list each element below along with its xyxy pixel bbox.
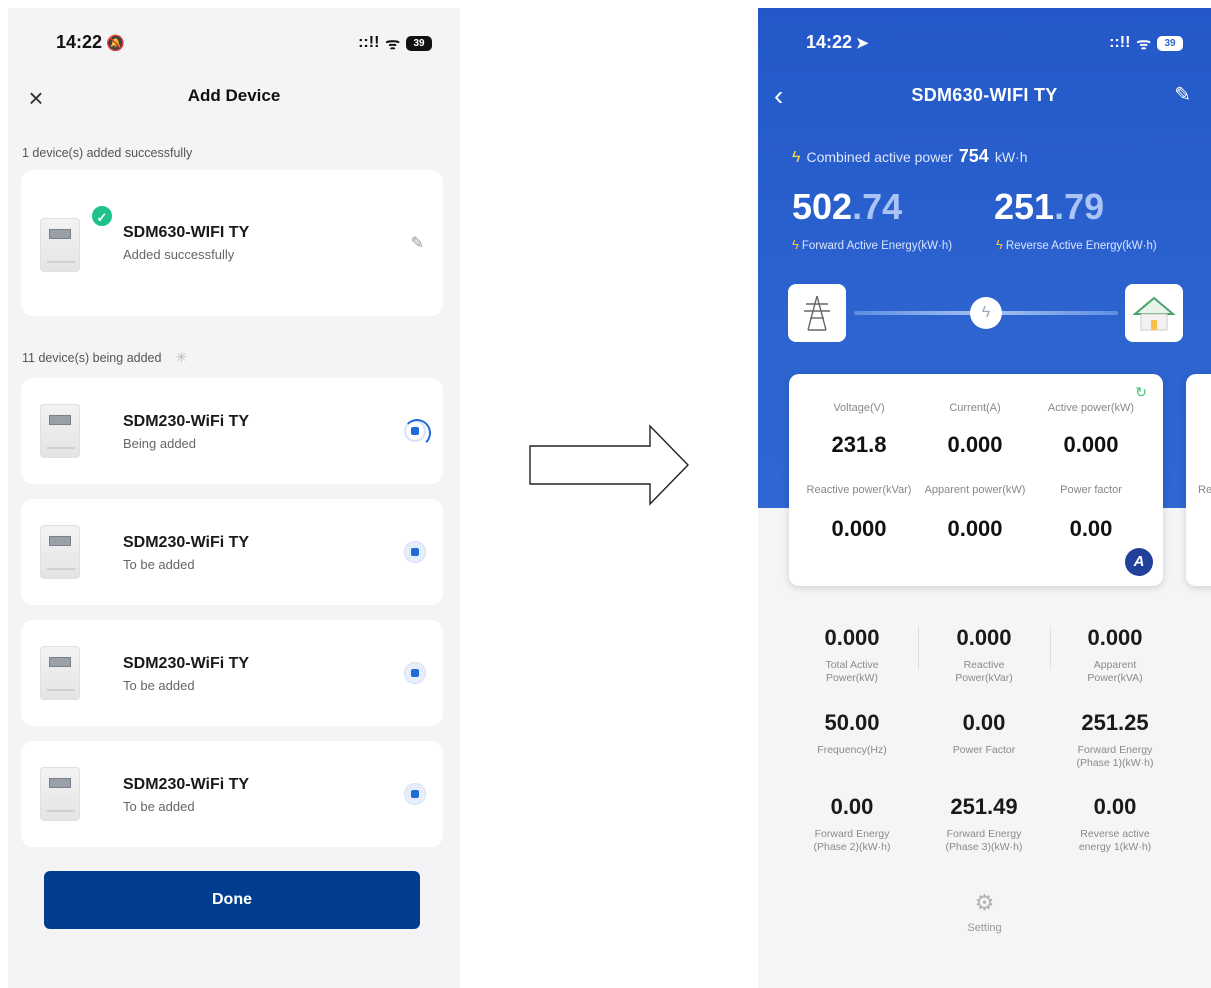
device-card[interactable] bbox=[21, 378, 443, 484]
reactive-power: 0.000 Reactive Power(kVar) bbox=[955, 625, 1013, 685]
mute-icon: 🔕 bbox=[106, 35, 125, 52]
reverse-energy-label: ϟ Reverse Active Energy(kW·h) bbox=[996, 237, 1157, 252]
status-time: 14:22 ➤ bbox=[806, 32, 869, 52]
pending-icon bbox=[404, 662, 426, 684]
reverse-active-energy-1: 0.00 Reverse active energy 1(kW·h) bbox=[1078, 794, 1152, 854]
power-factor-cell: Power factor 0.00 bbox=[1060, 484, 1122, 541]
device-title: SDM630-WIFI TY bbox=[911, 85, 1058, 105]
home-icon bbox=[1125, 284, 1183, 342]
signal-icon: ::!! bbox=[1109, 34, 1131, 51]
forward-energy-label: ϟ Forward Active Energy(kW·h) bbox=[792, 237, 953, 252]
pending-icon bbox=[404, 541, 426, 563]
forward-energy-phase-2: 0.00 Forward Energy (Phase 2)(kW·h) bbox=[813, 794, 891, 854]
status-bar: 14:22 🔕 ::!! ᯤ 39 bbox=[8, 8, 460, 72]
grid-tower-icon bbox=[788, 284, 846, 342]
meter-device-icon bbox=[40, 218, 80, 272]
device-name: SDM230-WiFi TY bbox=[123, 776, 250, 793]
device-name: SDM230-WiFi TY bbox=[123, 655, 250, 672]
device-name: SDM230-WiFi TY bbox=[123, 413, 250, 430]
forward-energy-phase-3: 251.49 Forward Energy (Phase 3)(kW·h) bbox=[945, 794, 1023, 854]
wifi-icon: ᯤ bbox=[385, 36, 400, 53]
device-card[interactable] bbox=[21, 499, 443, 605]
device-card[interactable] bbox=[21, 620, 443, 726]
device-name: SDM630-WIFI TY bbox=[123, 224, 250, 241]
spinner-icon: ✳ bbox=[175, 349, 188, 365]
gear-icon: ⚙ bbox=[974, 890, 995, 915]
reverse-energy-icon: ϟ bbox=[996, 237, 1003, 252]
meter-device-icon bbox=[40, 404, 80, 458]
pending-icon bbox=[404, 783, 426, 805]
status-icons: ::!! ᯤ 39 bbox=[1109, 32, 1183, 54]
device-name: SDM230-WiFi TY bbox=[123, 534, 250, 551]
device-status: To be added bbox=[123, 799, 195, 814]
reverse-energy-value: 251.79 bbox=[994, 186, 1105, 227]
wifi-icon: ᯤ bbox=[1136, 36, 1151, 53]
adding-section-label: 11 device(s) being added ✳ bbox=[22, 349, 188, 365]
forward-energy-phase-1: 251.25 Forward Energy (Phase 1)(kW·h) bbox=[1076, 710, 1154, 770]
battery-icon: 39 bbox=[406, 35, 432, 51]
active-power-cell: Active power(kW) 0.000 bbox=[1047, 402, 1135, 457]
success-device-card[interactable] bbox=[21, 170, 443, 316]
apparent-power-cell: Apparent power(kW) 0.000 bbox=[924, 484, 1026, 541]
meter-device-icon bbox=[40, 646, 80, 700]
phase-selector-button[interactable]: A bbox=[1125, 548, 1153, 576]
location-icon: ➤ bbox=[856, 35, 869, 52]
meter-device-icon bbox=[40, 767, 80, 821]
frequency: 50.00 Frequency(Hz) bbox=[817, 710, 887, 756]
signal-icon: ::!! bbox=[358, 34, 380, 51]
status-icons: ::!! ᯤ 39 bbox=[358, 32, 432, 54]
power-factor: 0.00 Power Factor bbox=[952, 710, 1016, 756]
battery-icon: 39 bbox=[1157, 35, 1183, 51]
combined-active-power: ϟ Combined active power 754 kW·h bbox=[792, 146, 1028, 166]
add-device-screen: 14:22 🔕 ::!! ᯤ 39 × Add Device 1 device(s… bbox=[8, 8, 460, 988]
apparent-power: 0.000 Apparent Power(kVA) bbox=[1087, 625, 1143, 685]
next-meter-card[interactable]: Re bbox=[1186, 374, 1211, 586]
done-button[interactable]: Done bbox=[44, 871, 420, 929]
device-detail-screen: 14:22 ➤ ::!! ᯤ 39 ‹ SDM630-WIFI TY ✎ ϟ Co… bbox=[758, 8, 1211, 988]
voltage-cell: Voltage(V) 231.8 bbox=[831, 402, 887, 457]
loading-spinner-icon bbox=[403, 419, 431, 447]
page-title: Add Device bbox=[187, 86, 281, 105]
meter-device-icon bbox=[40, 525, 80, 579]
edit-icon[interactable]: ✎ bbox=[411, 233, 424, 253]
realtime-meter-card[interactable]: ↻ Voltage(V) 231.8 Current(A) 0.000 Acti… bbox=[789, 374, 1163, 586]
status-time: 14:22 🔕 bbox=[56, 32, 125, 52]
forward-energy-value: 502.74 bbox=[792, 186, 903, 227]
device-status: To be added bbox=[123, 678, 195, 693]
refresh-icon[interactable]: ↻ bbox=[1135, 384, 1147, 401]
check-icon: ✓ bbox=[90, 204, 114, 228]
reactive-power-cell: Reactive power(kVar) 0.000 bbox=[806, 484, 912, 541]
device-card[interactable] bbox=[21, 741, 443, 847]
setting-button[interactable]: ⚙ Setting bbox=[758, 890, 1211, 934]
success-section-label: 1 device(s) added successfully bbox=[22, 146, 193, 160]
lightning-icon: ϟ bbox=[792, 149, 801, 166]
edit-icon[interactable]: ✎ bbox=[1174, 82, 1191, 107]
device-status: To be added bbox=[123, 557, 195, 572]
flow-lightning-icon: ϟ bbox=[970, 297, 1002, 329]
transition-arrow bbox=[528, 424, 692, 506]
status-bar: 14:22 ➤ ::!! ᯤ 39 bbox=[758, 8, 1211, 72]
forward-energy-icon: ϟ bbox=[792, 237, 799, 252]
total-active-power: 0.000 Total Active Power(kW) bbox=[824, 625, 880, 685]
current-cell: Current(A) 0.000 bbox=[947, 402, 1003, 457]
device-status: Added successfully bbox=[123, 247, 235, 262]
device-status: Being added bbox=[123, 436, 197, 451]
